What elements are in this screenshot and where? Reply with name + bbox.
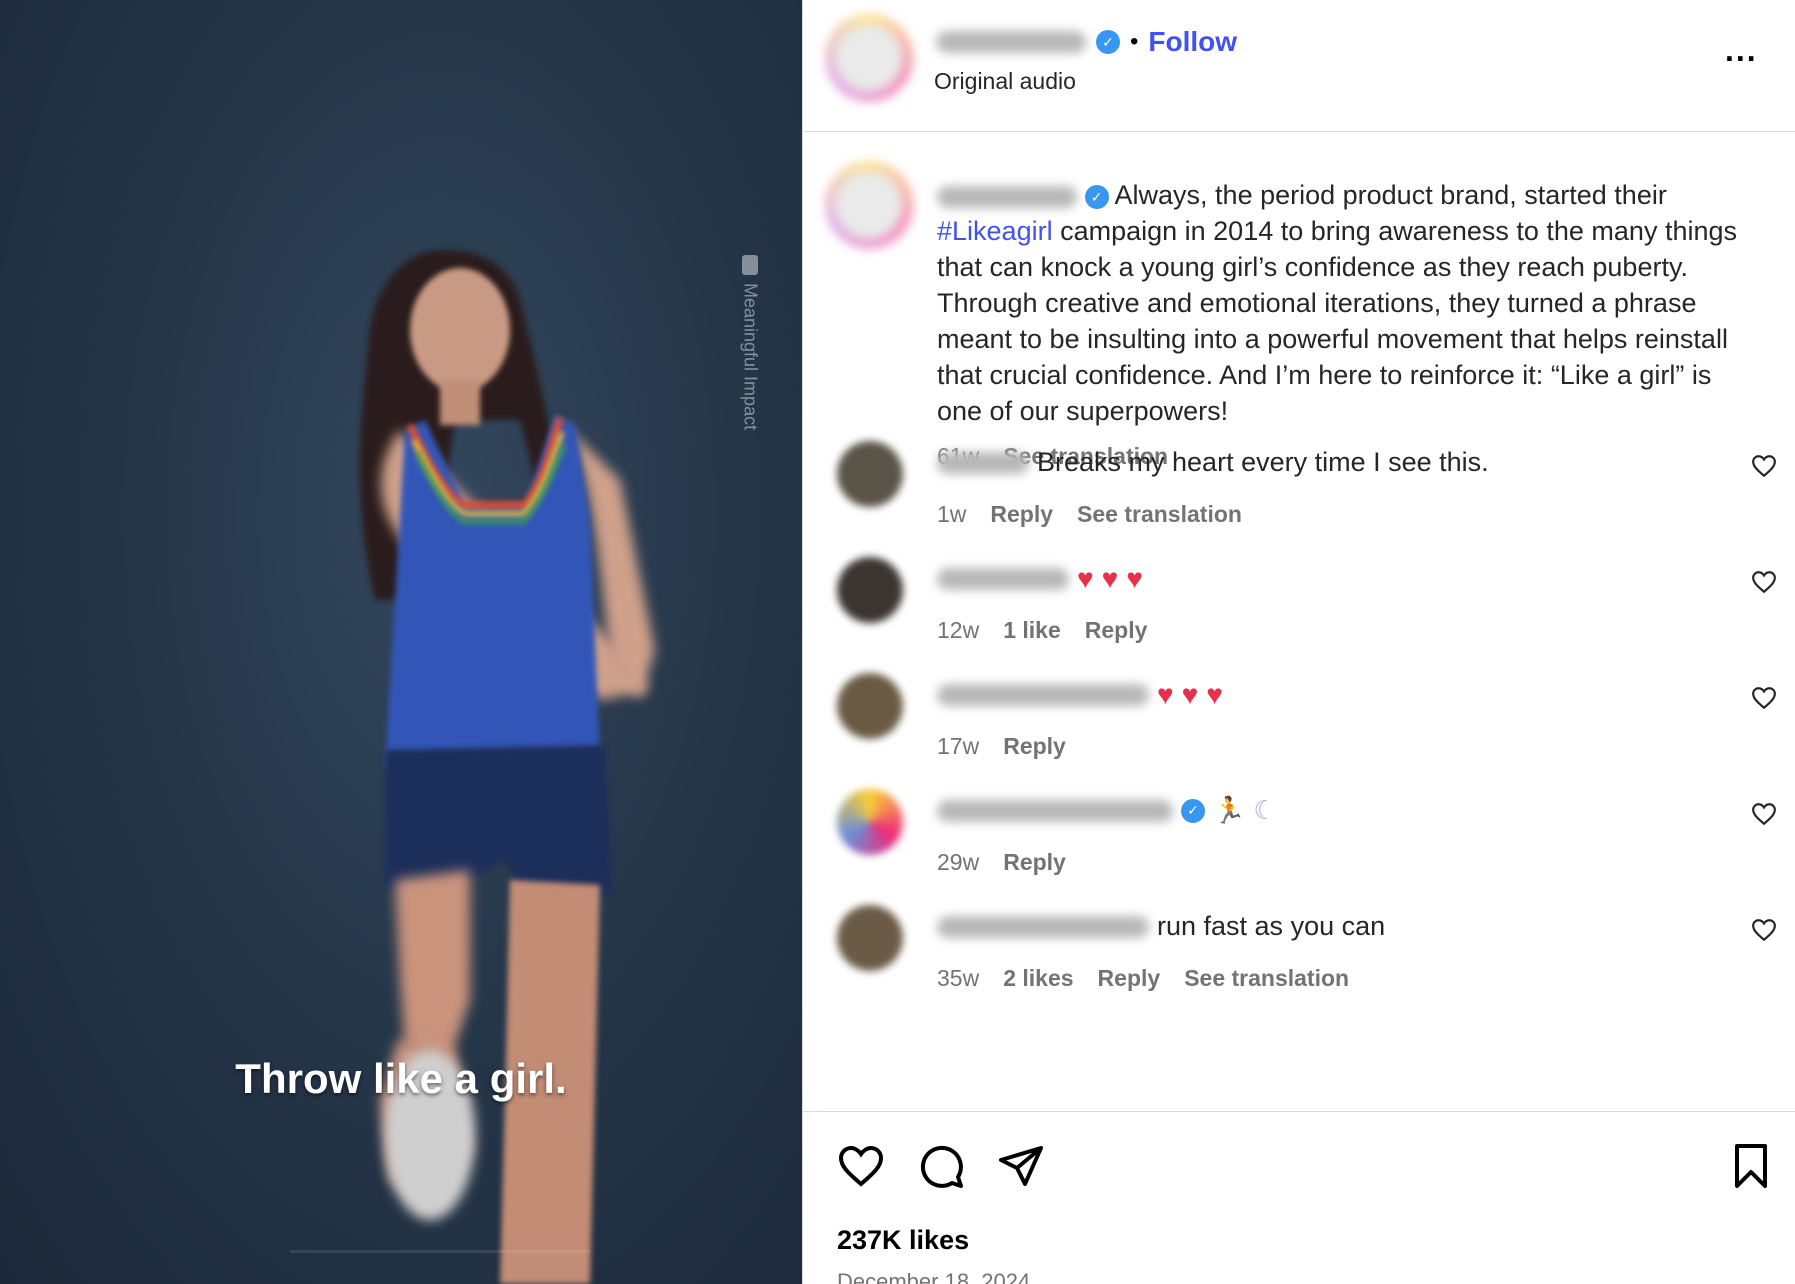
comment-timestamp: 29w [937, 849, 980, 875]
comment-item: ✓ 🏃 ☾ 29w Reply [803, 789, 1795, 899]
author-avatar-image [835, 24, 903, 92]
caption-hashtag-link[interactable]: #Likeagirl [937, 216, 1053, 246]
follow-button[interactable]: Follow [1148, 26, 1237, 58]
commenter-avatar[interactable] [837, 441, 903, 507]
author-row: ✓ • Follow [936, 26, 1237, 58]
more-options-icon[interactable]: ... [1725, 34, 1758, 66]
comment-heart-icon[interactable] [1751, 685, 1777, 711]
heart-emoji-icon: ♥ [1126, 563, 1143, 594]
watermark-text: Meaningful Impact [740, 283, 761, 431]
video-subtitle: Throw like a girl. [235, 1055, 567, 1102]
comment-text: run fast as you can [1157, 911, 1386, 941]
heart-emoji-icon: ♥ [1181, 679, 1199, 710]
comment-timestamp: 35w [937, 965, 980, 991]
commenter-username-blurred[interactable] [937, 684, 1149, 706]
like-heart-icon[interactable] [837, 1142, 885, 1190]
comment-heart-icon[interactable] [1751, 801, 1777, 827]
bookmark-icon[interactable] [1727, 1142, 1775, 1190]
comment-content: ✓ 🏃 ☾ [937, 795, 1277, 826]
caption-author-avatar[interactable] [825, 161, 913, 249]
original-audio-link[interactable]: Original audio [934, 68, 1076, 95]
verified-badge-icon: ✓ [1181, 798, 1205, 823]
comment-timestamp: 17w [937, 733, 980, 759]
comment-meta: 1w Reply See translation [937, 501, 1242, 528]
comment-reply-button[interactable]: Reply [1003, 849, 1066, 876]
comment-reply-button[interactable]: Reply [990, 501, 1053, 528]
comment-likes-count[interactable]: 1 like [1003, 617, 1061, 644]
floor-line [290, 1250, 590, 1253]
heart-emoji-icon: ♥ [1206, 679, 1223, 710]
commenter-avatar[interactable] [837, 905, 903, 971]
commenter-username-blurred[interactable] [937, 568, 1069, 590]
comment-likes-count[interactable]: 2 likes [1003, 965, 1073, 992]
comment-reply-button[interactable]: Reply [1098, 965, 1161, 992]
separator-dot: • [1130, 28, 1139, 55]
comment-see-translation[interactable]: See translation [1184, 965, 1349, 992]
post-actions: 237K likes December 18, 2024 [803, 1111, 1795, 1284]
comment-meta: 35w 2 likes Reply See translation [937, 965, 1349, 992]
comments-scroll-area[interactable]: ✓ Always, the period product brand, star… [803, 133, 1795, 1111]
comment-text: Breaks my heart every time I see this. [1037, 447, 1489, 477]
comment-content: ♥ ♥ ♥ [937, 563, 1143, 595]
comment-item: Breaks my heart every time I see this. 1… [803, 441, 1795, 551]
author-avatar[interactable] [825, 14, 913, 102]
comment-item: ♥ ♥ ♥ 17w Reply [803, 673, 1795, 783]
comment-heart-icon[interactable] [1751, 917, 1777, 943]
caption-text: ✓ Always, the period product brand, star… [937, 177, 1737, 429]
caption-body-end: campaign in 2014 to bring awareness to t… [937, 216, 1737, 426]
heart-emoji-icon: ♥ [1157, 679, 1174, 710]
caption-avatar-image [835, 171, 903, 239]
commenter-username-blurred[interactable] [937, 915, 1149, 938]
comment-heart-icon[interactable] [1751, 453, 1777, 479]
commenter-avatar[interactable] [837, 789, 903, 855]
comment-content: Breaks my heart every time I see this. [937, 447, 1489, 478]
comment-item: ♥ ♥ ♥ 12w 1 like Reply [803, 557, 1795, 667]
verified-badge-icon: ✓ [1096, 30, 1120, 54]
comment-timestamp: 1w [937, 501, 967, 527]
likes-count[interactable]: 237K likes [837, 1225, 969, 1256]
watermark: Meaningful Impact [735, 255, 765, 465]
watermark-logo-icon [742, 255, 758, 275]
commenter-avatar[interactable] [837, 673, 903, 739]
comment-meta: 29w Reply [937, 849, 1066, 876]
post-date: December 18, 2024 [837, 1269, 1031, 1284]
comment-content: run fast as you can [937, 911, 1385, 942]
send-icon[interactable] [997, 1142, 1045, 1190]
heart-emoji-icon: ♥ [1101, 563, 1119, 594]
post-header: ✓ • Follow Original audio ... [803, 0, 1795, 132]
video-player[interactable]: Meaningful Impact Throw like a girl. [0, 0, 802, 1284]
caption-body-start: Always, the period product brand, starte… [1114, 180, 1667, 210]
verified-badge-icon: ✓ [1084, 184, 1109, 209]
comment-heart-icon[interactable] [1751, 569, 1777, 595]
commenter-username-blurred[interactable] [937, 799, 1173, 822]
caption-username-blurred[interactable] [937, 185, 1077, 208]
commenter-avatar[interactable] [837, 557, 903, 623]
comment-timestamp: 12w [937, 617, 980, 643]
heart-emoji-icon: ♥ [1077, 563, 1094, 594]
comment-icon[interactable] [917, 1142, 965, 1190]
comment-reply-button[interactable]: Reply [1003, 733, 1066, 760]
commenter-username-blurred[interactable] [937, 451, 1029, 474]
comment-content: ♥ ♥ ♥ [937, 679, 1223, 711]
comment-see-translation[interactable]: See translation [1077, 501, 1242, 528]
post-panel: ✓ • Follow Original audio ... ✓ Always, … [802, 0, 1795, 1284]
comment-meta: 17w Reply [937, 733, 1066, 760]
author-username-blurred[interactable] [936, 31, 1086, 53]
comment-item: run fast as you can 35w 2 likes Reply Se… [803, 905, 1795, 1015]
runner-emoji-icon: 🏃 [1213, 795, 1246, 825]
comment-reply-button[interactable]: Reply [1085, 617, 1148, 644]
moon-emoji-icon: ☾ [1253, 795, 1277, 825]
comment-meta: 12w 1 like Reply [937, 617, 1147, 644]
